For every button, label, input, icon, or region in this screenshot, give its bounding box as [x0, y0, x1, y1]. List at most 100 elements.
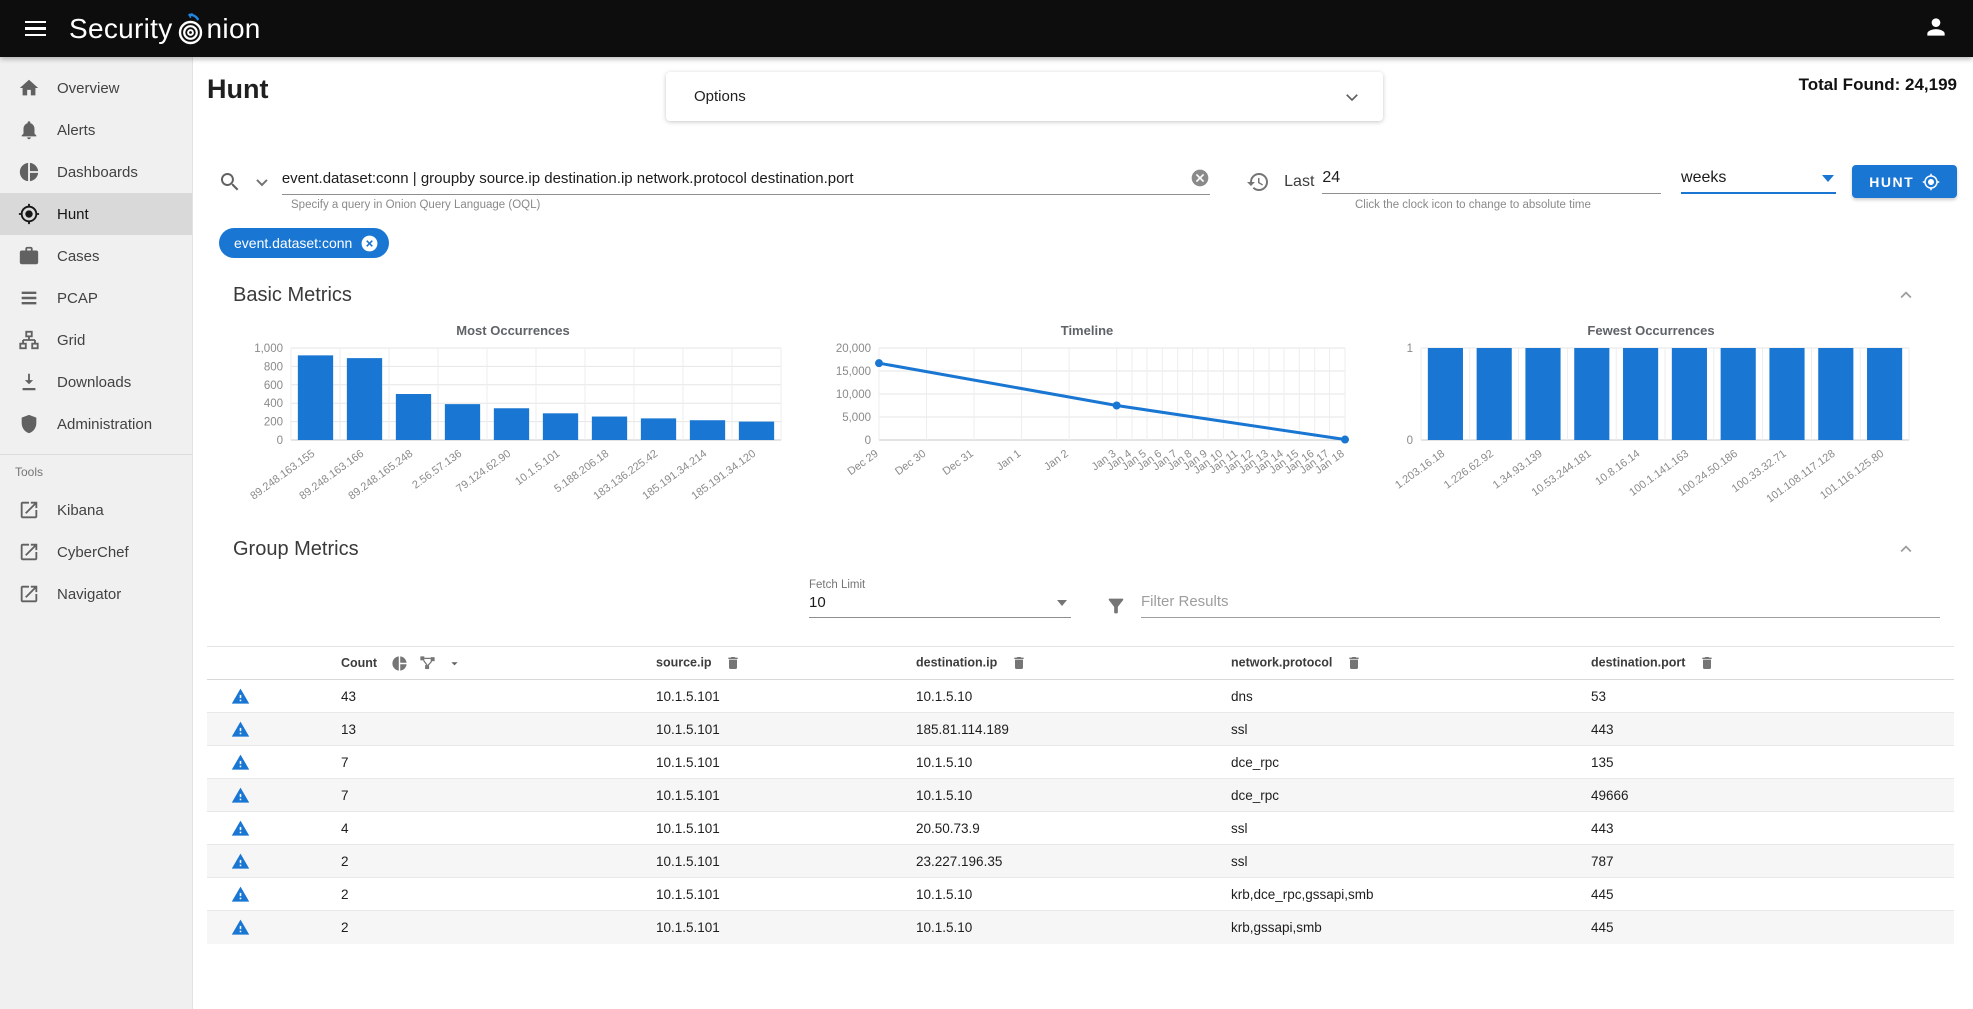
cell-source-ip[interactable]: 10.1.5.101 [632, 779, 892, 812]
cell-destination-port[interactable]: 443 [1567, 812, 1954, 845]
cell-destination-ip[interactable]: 10.1.5.10 [892, 746, 1207, 779]
warning-icon[interactable] [231, 918, 250, 937]
time-unit-select[interactable]: weeks [1681, 169, 1836, 194]
cell-network-protocol[interactable]: ssl [1207, 713, 1567, 746]
column-header-source-ip[interactable]: source.ip [632, 647, 892, 680]
cell-network-protocol[interactable]: krb,dce_rpc,gssapi,smb [1207, 878, 1567, 911]
cell-count[interactable]: 4 [317, 812, 632, 845]
row-action-cell[interactable] [207, 878, 317, 911]
chip-close-icon[interactable] [360, 234, 379, 253]
table-row[interactable]: 210.1.5.10110.1.5.10krb,dce_rpc,gssapi,s… [207, 878, 1954, 911]
cell-destination-port[interactable]: 445 [1567, 878, 1954, 911]
table-row[interactable]: 410.1.5.10120.50.73.9ssl443 [207, 812, 1954, 845]
warning-icon[interactable] [231, 852, 250, 871]
cell-source-ip[interactable]: 10.1.5.101 [632, 878, 892, 911]
table-row[interactable]: 1310.1.5.101185.81.114.189ssl443 [207, 713, 1954, 746]
group-by-graph-icon[interactable] [418, 654, 437, 673]
relative-time-toggle[interactable] [1246, 170, 1270, 194]
sidebar-item-downloads[interactable]: Downloads [0, 361, 192, 403]
cell-destination-port[interactable]: 49666 [1567, 779, 1954, 812]
query-input[interactable] [282, 170, 1190, 187]
cell-source-ip[interactable]: 10.1.5.101 [632, 680, 892, 713]
sidebar-item-dashboards[interactable]: Dashboards [0, 151, 192, 193]
sidebar-item-alerts[interactable]: Alerts [0, 109, 192, 151]
user-menu-button[interactable] [1923, 14, 1949, 43]
warning-icon[interactable] [231, 819, 250, 838]
cell-destination-port[interactable]: 135 [1567, 746, 1954, 779]
warning-icon[interactable] [231, 720, 250, 739]
cell-count[interactable]: 7 [317, 779, 632, 812]
fewest-occurrences-chart[interactable]: Fewest Occurrences 011.203.16.181.226.62… [1381, 323, 1921, 512]
sidebar-item-pcap[interactable]: PCAP [0, 277, 192, 319]
clear-query-button[interactable] [1190, 168, 1210, 188]
timeline-chart[interactable]: Timeline 05,00010,00015,00020,000Dec 29D… [817, 323, 1357, 512]
row-action-cell[interactable] [207, 845, 317, 878]
cell-count[interactable]: 13 [317, 713, 632, 746]
cell-destination-port[interactable]: 53 [1567, 680, 1954, 713]
cell-network-protocol[interactable]: ssl [1207, 845, 1567, 878]
table-row[interactable]: 710.1.5.10110.1.5.10dce_rpc135 [207, 746, 1954, 779]
filter-results-input[interactable] [1141, 593, 1940, 610]
cell-network-protocol[interactable]: dce_rpc [1207, 746, 1567, 779]
collapse-group-metrics-button[interactable] [1895, 538, 1917, 563]
cell-count[interactable]: 43 [317, 680, 632, 713]
trash-icon[interactable] [1699, 655, 1715, 671]
cell-count[interactable]: 2 [317, 878, 632, 911]
most-occurrences-chart[interactable]: Most Occurrences 02004006008001,00089.24… [233, 323, 793, 512]
cell-destination-ip[interactable]: 20.50.73.9 [892, 812, 1207, 845]
cell-destination-ip[interactable]: 10.1.5.10 [892, 779, 1207, 812]
sidebar-item-cases[interactable]: Cases [0, 235, 192, 277]
cell-destination-port[interactable]: 443 [1567, 713, 1954, 746]
caret-down-icon[interactable] [447, 656, 462, 671]
warning-icon[interactable] [231, 753, 250, 772]
collapse-basic-metrics-button[interactable] [1895, 284, 1917, 309]
table-row[interactable]: 210.1.5.10110.1.5.10krb,gssapi,smb445 [207, 911, 1954, 944]
cell-source-ip[interactable]: 10.1.5.101 [632, 746, 892, 779]
query-history-chevron-icon[interactable] [252, 172, 272, 192]
cell-destination-ip[interactable]: 23.227.196.35 [892, 845, 1207, 878]
cell-destination-ip[interactable]: 10.1.5.10 [892, 878, 1207, 911]
filter-chip[interactable]: event.dataset:conn [219, 228, 389, 258]
fetch-limit-select[interactable]: Fetch Limit 10 [809, 579, 1071, 618]
cell-destination-ip[interactable]: 185.81.114.189 [892, 713, 1207, 746]
cell-source-ip[interactable]: 10.1.5.101 [632, 911, 892, 944]
cell-count[interactable]: 7 [317, 746, 632, 779]
row-action-cell[interactable] [207, 779, 317, 812]
warning-icon[interactable] [231, 786, 250, 805]
sidebar-item-kibana[interactable]: Kibana [0, 489, 192, 531]
cell-destination-ip[interactable]: 10.1.5.10 [892, 680, 1207, 713]
cell-count[interactable]: 2 [317, 911, 632, 944]
sidebar-item-administration[interactable]: Administration [0, 403, 192, 445]
cell-destination-port[interactable]: 445 [1567, 911, 1954, 944]
trash-icon[interactable] [725, 655, 741, 671]
cell-network-protocol[interactable]: ssl [1207, 812, 1567, 845]
cell-destination-ip[interactable]: 10.1.5.10 [892, 911, 1207, 944]
sidebar-item-navigator[interactable]: Navigator [0, 573, 192, 615]
cell-source-ip[interactable]: 10.1.5.101 [632, 845, 892, 878]
cell-source-ip[interactable]: 10.1.5.101 [632, 812, 892, 845]
warning-icon[interactable] [231, 687, 250, 706]
cell-count[interactable]: 2 [317, 845, 632, 878]
pie-chart-toggle-icon[interactable] [391, 655, 408, 672]
cell-source-ip[interactable]: 10.1.5.101 [632, 713, 892, 746]
row-action-cell[interactable] [207, 680, 317, 713]
row-action-cell[interactable] [207, 746, 317, 779]
sidebar-item-cyberchef[interactable]: CyberChef [0, 531, 192, 573]
column-header-count[interactable]: Count [317, 647, 632, 680]
table-row[interactable]: 710.1.5.10110.1.5.10dce_rpc49666 [207, 779, 1954, 812]
row-action-cell[interactable] [207, 713, 317, 746]
sidebar-item-grid[interactable]: Grid [0, 319, 192, 361]
cell-network-protocol[interactable]: krb,gssapi,smb [1207, 911, 1567, 944]
trash-icon[interactable] [1346, 655, 1362, 671]
table-row[interactable]: 210.1.5.10123.227.196.35ssl787 [207, 845, 1954, 878]
table-row[interactable]: 4310.1.5.10110.1.5.10dns53 [207, 680, 1954, 713]
hunt-button[interactable]: HUNT [1852, 165, 1957, 198]
sidebar-item-hunt[interactable]: Hunt [0, 193, 192, 235]
sidebar-item-overview[interactable]: Overview [0, 67, 192, 109]
column-header-network-protocol[interactable]: network.protocol [1207, 647, 1567, 680]
menu-button[interactable] [16, 9, 56, 49]
cell-network-protocol[interactable]: dce_rpc [1207, 779, 1567, 812]
options-expander[interactable]: Options [666, 72, 1383, 121]
cell-destination-port[interactable]: 787 [1567, 845, 1954, 878]
duration-input[interactable] [1322, 169, 1661, 187]
